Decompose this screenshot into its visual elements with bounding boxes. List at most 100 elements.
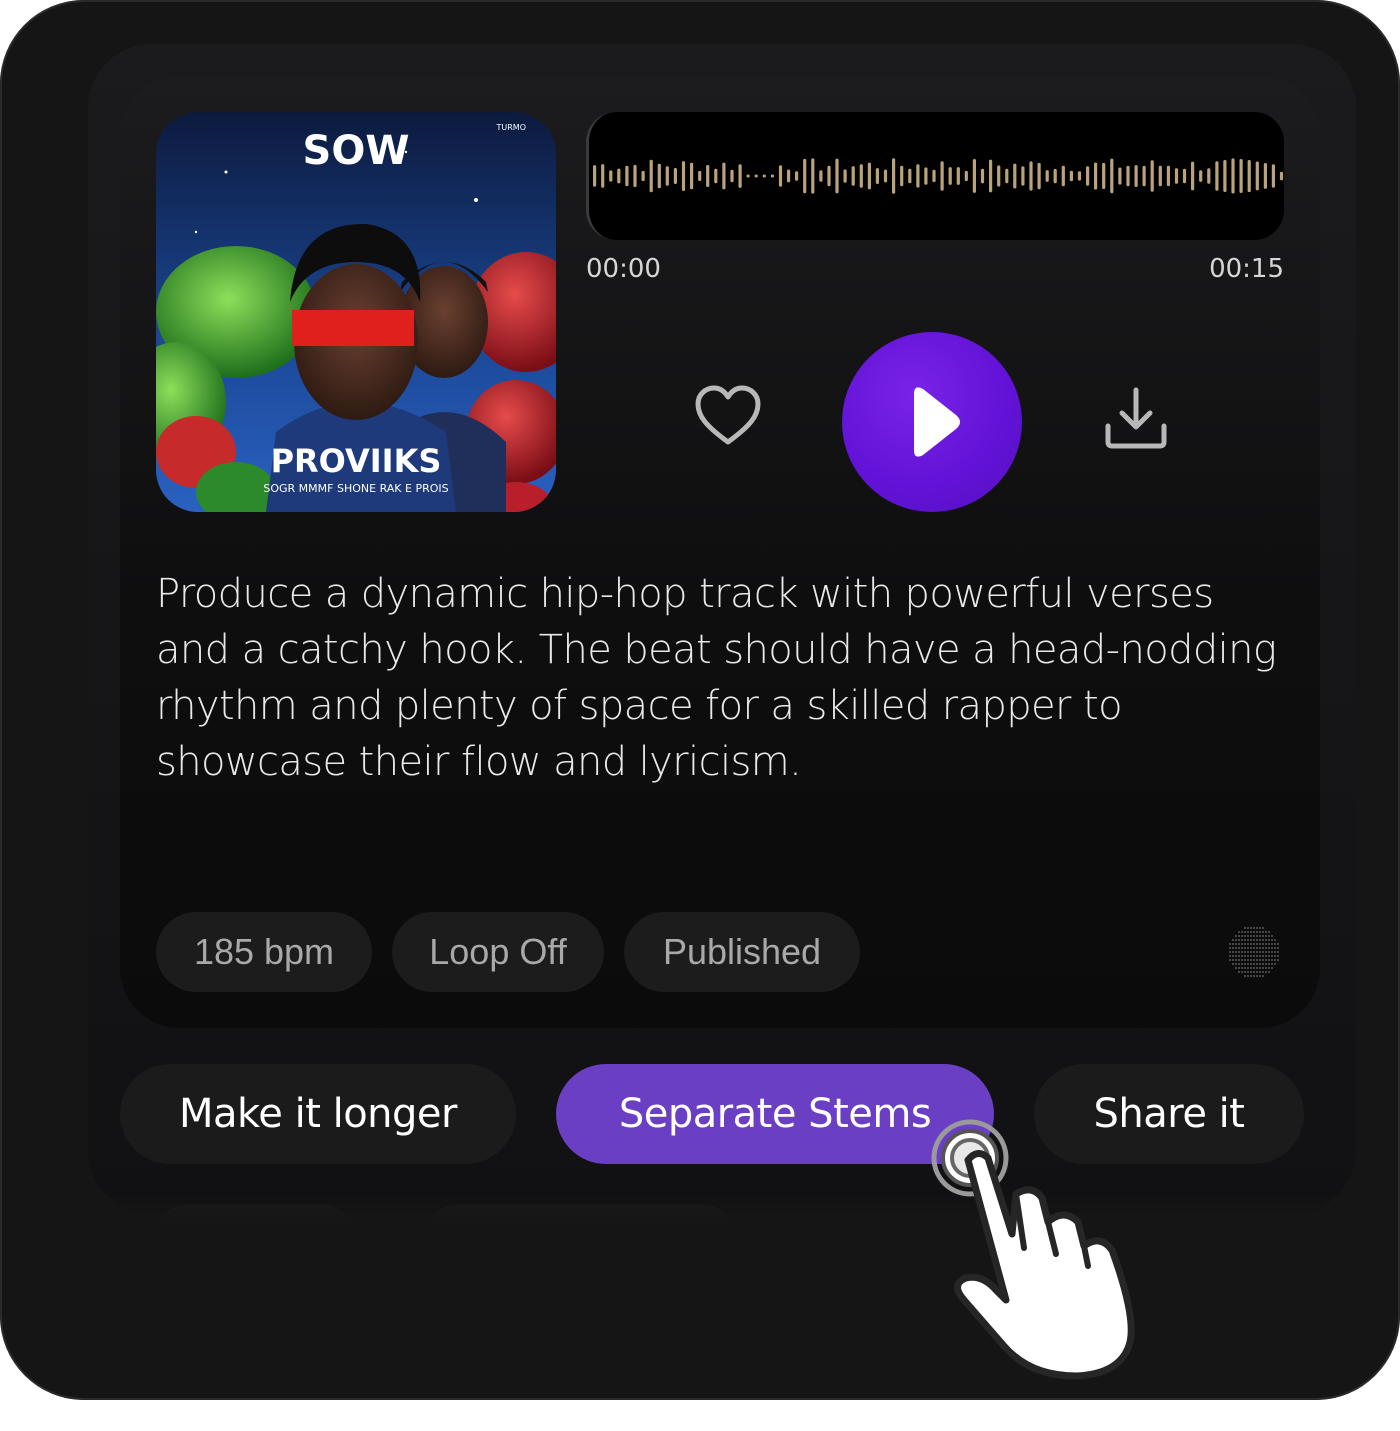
waveform-bar xyxy=(924,167,928,185)
waveform-bar xyxy=(730,169,734,183)
waveform-bar xyxy=(714,168,718,184)
cover-subtitle: PROVIIKS xyxy=(271,442,442,480)
waveform-bar xyxy=(1207,168,1211,184)
waveform-bar xyxy=(1223,160,1227,192)
cover-title: SOW xyxy=(303,128,410,174)
waveform-bar xyxy=(1126,165,1130,187)
waveform-bar xyxy=(1247,160,1251,193)
waveform-bar xyxy=(1134,165,1138,187)
waveform-bar xyxy=(641,170,645,182)
waveform-bar xyxy=(1053,168,1057,184)
waveform-bar xyxy=(997,165,1001,187)
waveform-bar xyxy=(1110,158,1114,194)
waveform-bar xyxy=(706,165,710,187)
waveform-bar xyxy=(1215,161,1219,191)
waveform-bar xyxy=(657,163,661,189)
waveform-bar xyxy=(593,165,597,187)
album-cover-art: SOW TURMO PROVIIKS SOGR MMMF SHONE RAK E… xyxy=(156,112,556,512)
heart-icon[interactable] xyxy=(692,380,764,452)
time-end: 00:15 xyxy=(1209,254,1284,284)
waveform-bar xyxy=(948,167,952,185)
waveform-bar xyxy=(609,170,613,182)
waveform-bar xyxy=(835,158,839,194)
waveform-bar xyxy=(738,164,742,188)
waveform-bar xyxy=(690,162,694,190)
waveform-bar xyxy=(1279,171,1284,181)
waveform-bar xyxy=(1086,166,1090,186)
waveform-bar xyxy=(601,164,605,188)
tag-bpm: 185 bpm xyxy=(156,912,372,992)
waveform-bars xyxy=(593,158,1284,194)
waveform-bar xyxy=(762,174,766,178)
waveform-bar xyxy=(1061,165,1065,187)
download-icon[interactable] xyxy=(1100,382,1172,454)
waveform-bar xyxy=(1118,167,1122,185)
waveform-bar xyxy=(1158,165,1162,187)
make-longer-button[interactable]: Make it longer xyxy=(120,1064,516,1164)
waveform-bar xyxy=(859,164,863,188)
waveform-bar xyxy=(900,165,904,187)
waveform-bar xyxy=(867,162,871,190)
waveform-bar xyxy=(1150,160,1154,192)
waveform-bar xyxy=(875,168,879,184)
waveform-bar xyxy=(827,165,831,187)
waveform-bar xyxy=(1174,168,1179,184)
play-button[interactable] xyxy=(842,332,1022,512)
waveform-bar xyxy=(746,174,750,178)
waveform-bar xyxy=(1182,168,1187,184)
waveform-bar xyxy=(964,170,968,182)
tag-published: Published xyxy=(624,912,860,992)
waveform-bar xyxy=(1239,159,1243,193)
waveform-bar xyxy=(617,168,621,184)
waveform-bar xyxy=(787,169,791,183)
waveform-bar xyxy=(1037,162,1041,190)
waveform-bar xyxy=(754,174,758,178)
sphere-icon[interactable] xyxy=(1226,924,1282,980)
play-icon xyxy=(914,387,960,457)
waveform-bar xyxy=(1166,165,1170,187)
cover-caption: SOGR MMMF SHONE RAK E PROIS xyxy=(263,482,448,495)
waveform-bar xyxy=(819,170,823,182)
waveform-bar xyxy=(908,168,912,184)
waveform-bar xyxy=(698,170,702,181)
waveform-bar xyxy=(1199,170,1203,182)
waveform[interactable] xyxy=(586,112,1284,240)
tag-loop: Loop Off xyxy=(392,912,604,992)
waveform-bar xyxy=(1231,158,1235,194)
waveform-bar xyxy=(980,168,985,184)
waveform-bar xyxy=(956,167,960,185)
waveform-bar xyxy=(940,161,944,191)
waveform-bar xyxy=(1021,166,1025,186)
waveform-bar xyxy=(1102,162,1106,189)
waveform-bar xyxy=(1029,161,1033,191)
waveform-bar xyxy=(1255,161,1259,191)
waveform-bar xyxy=(883,169,888,183)
waveform-bar xyxy=(1045,170,1049,182)
waveform-bar xyxy=(778,165,783,187)
waveform-bar xyxy=(1271,164,1275,188)
waveform-bar xyxy=(665,166,669,186)
waveform-bar xyxy=(633,164,637,188)
waveform-bar xyxy=(851,166,855,186)
waveform-bar xyxy=(803,158,807,194)
time-start: 00:00 xyxy=(586,254,661,284)
waveform-bar xyxy=(795,171,799,181)
waveform-bar xyxy=(972,159,976,193)
waveform-bar xyxy=(625,165,629,187)
track-description: Produce a dynamic hip-hop track with pow… xyxy=(156,571,1277,785)
hand-cursor-icon xyxy=(920,1110,1160,1390)
waveform-bar xyxy=(673,168,677,184)
waveform-bar xyxy=(843,169,847,183)
waveform-bar xyxy=(1263,163,1267,189)
waveform-bar xyxy=(722,162,726,190)
waveform-bar xyxy=(1077,171,1082,181)
cover-corner-text: TURMO xyxy=(496,123,527,132)
waveform-bar xyxy=(916,164,920,188)
album-cover[interactable]: SOW TURMO PROVIIKS SOGR MMMF SHONE RAK E… xyxy=(156,112,556,512)
waveform-bar xyxy=(770,174,774,178)
waveform-bar xyxy=(681,161,686,191)
waveform-bar xyxy=(1005,168,1009,184)
waveform-bar xyxy=(1069,170,1073,182)
waveform-bar xyxy=(811,158,815,194)
app-screen: SOW TURMO PROVIIKS SOGR MMMF SHONE RAK E… xyxy=(0,0,1400,1400)
